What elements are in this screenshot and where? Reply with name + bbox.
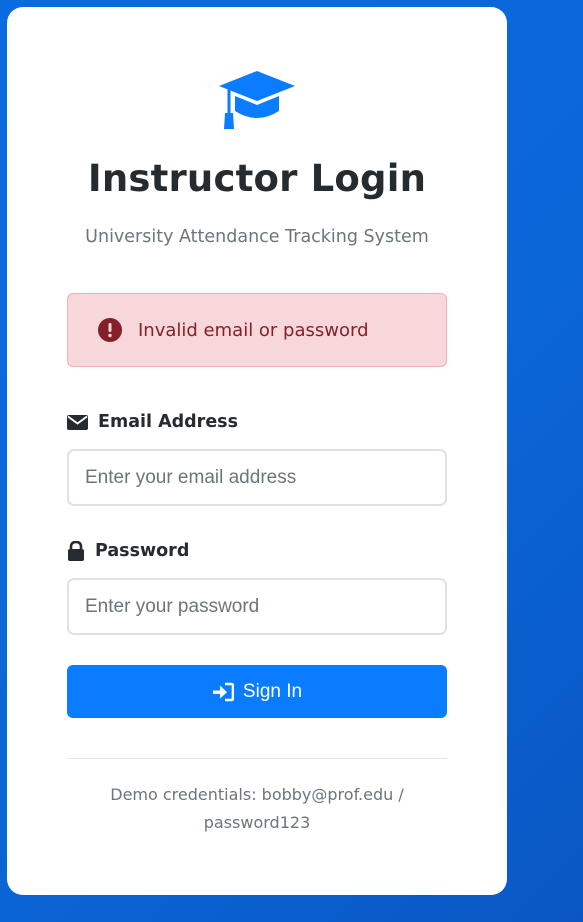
graduation-cap-icon (219, 71, 295, 129)
sign-in-icon (212, 682, 234, 702)
demo-credentials-line2: password123 (203, 813, 311, 832)
exclamation-circle-icon (98, 318, 122, 342)
login-card: Instructor Login University Attendance T… (7, 7, 507, 895)
divider (67, 758, 447, 759)
error-alert: Invalid email or password (67, 293, 447, 367)
email-field[interactable] (67, 449, 447, 506)
page-subtitle: University Attendance Tracking System (85, 227, 429, 247)
sign-in-label: Sign In (242, 680, 303, 702)
email-label: Email Address (67, 412, 238, 432)
lock-icon (67, 541, 85, 561)
demo-credentials: Demo credentials: bobby@prof.edu / passw… (67, 781, 447, 837)
envelope-icon (67, 414, 88, 430)
alert-message: Invalid email or password (138, 319, 369, 341)
sign-in-button[interactable]: Sign In (67, 665, 447, 718)
password-field[interactable] (67, 578, 447, 635)
password-label: Password (67, 541, 189, 561)
email-label-text: Email Address (98, 412, 239, 432)
page-title: Instructor Login (87, 157, 427, 200)
demo-credentials-line1: Demo credentials: bobby@prof.edu / (110, 785, 404, 804)
password-label-text: Password (95, 541, 190, 561)
